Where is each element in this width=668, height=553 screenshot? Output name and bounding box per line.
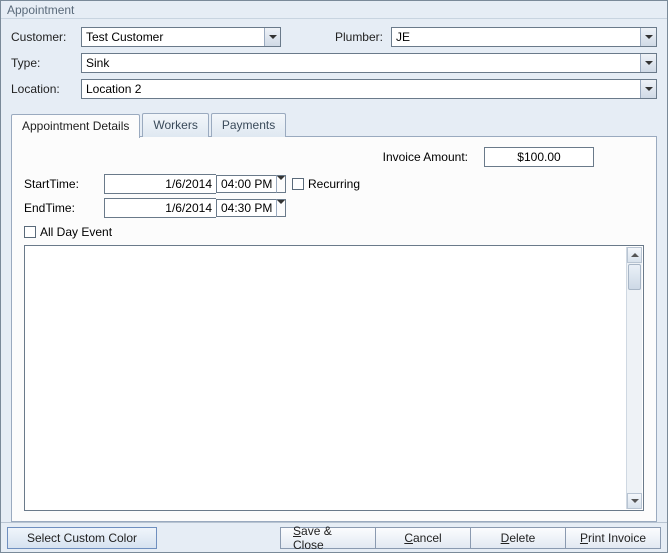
recurring-label: Recurring: [308, 177, 360, 191]
tab-strip: Appointment Details Workers Payments: [11, 113, 657, 137]
end-time-label: EndTime:: [24, 201, 104, 215]
all-day-label: All Day Event: [40, 225, 112, 239]
location-label: Location:: [11, 82, 81, 96]
end-date-field[interactable]: [104, 198, 216, 218]
invoice-amount-label: Invoice Amount:: [383, 150, 468, 164]
scroll-down-button[interactable]: [627, 493, 642, 509]
customer-dropdown-button[interactable]: [264, 28, 280, 46]
start-time-label: StartTime:: [24, 177, 104, 191]
plumber-input[interactable]: [392, 28, 640, 46]
save-close-button[interactable]: Save & Close: [280, 527, 376, 549]
end-time-dropdown-button[interactable]: [276, 199, 286, 217]
chevron-down-icon: [277, 200, 285, 204]
tab-payments[interactable]: Payments: [211, 113, 286, 137]
chevron-down-icon: [269, 35, 277, 39]
chevron-down-icon: [645, 35, 653, 39]
tab-appointment-details[interactable]: Appointment Details: [11, 114, 140, 138]
chevron-down-icon: [277, 176, 285, 180]
scroll-up-button[interactable]: [627, 247, 642, 263]
type-dropdown-button[interactable]: [640, 54, 656, 72]
start-date-field[interactable]: [104, 174, 216, 194]
end-time-field[interactable]: [216, 199, 276, 217]
start-time-dropdown-button[interactable]: [276, 175, 286, 193]
print-invoice-button[interactable]: Print Invoice: [565, 527, 661, 549]
notes-textarea[interactable]: [24, 245, 644, 511]
footer-bar: Select Custom Color Save & Close Cancel …: [1, 522, 667, 552]
window-title: Appointment: [1, 1, 667, 19]
invoice-amount-field[interactable]: $100.00: [484, 147, 594, 167]
chevron-down-icon: [631, 499, 639, 503]
plumber-combo[interactable]: [391, 27, 657, 47]
plumber-label: Plumber:: [311, 30, 391, 44]
end-time-combo[interactable]: [216, 199, 286, 217]
header-area: Customer: Plumber: Type: Location:: [1, 19, 667, 107]
plumber-dropdown-button[interactable]: [640, 28, 656, 46]
appointment-window: Appointment Customer: Plumber: Type: Loc…: [0, 0, 668, 553]
select-custom-color-button[interactable]: Select Custom Color: [7, 527, 157, 549]
type-combo[interactable]: [81, 53, 657, 73]
scroll-thumb[interactable]: [628, 264, 641, 290]
type-input[interactable]: [82, 54, 640, 72]
recurring-checkbox[interactable]: [292, 178, 304, 190]
type-label: Type:: [11, 56, 81, 70]
chevron-down-icon: [645, 87, 653, 91]
location-dropdown-button[interactable]: [640, 80, 656, 98]
customer-combo[interactable]: [81, 27, 281, 47]
notes-scrollbar[interactable]: [626, 247, 642, 509]
location-combo[interactable]: [81, 79, 657, 99]
start-time-field[interactable]: [216, 175, 276, 193]
chevron-up-icon: [631, 253, 639, 257]
cancel-button[interactable]: Cancel: [375, 527, 471, 549]
customer-label: Customer:: [11, 30, 81, 44]
start-time-combo[interactable]: [216, 175, 286, 193]
delete-button[interactable]: Delete: [470, 527, 566, 549]
location-input[interactable]: [82, 80, 640, 98]
customer-input[interactable]: [82, 28, 264, 46]
all-day-checkbox[interactable]: [24, 226, 36, 238]
chevron-down-icon: [645, 61, 653, 65]
tabs-container: Appointment Details Workers Payments Inv…: [11, 113, 657, 522]
tab-panel-details: Invoice Amount: $100.00 StartTime: Recur…: [11, 136, 657, 522]
tab-workers[interactable]: Workers: [142, 113, 208, 137]
footer-button-group: Save & Close Cancel Delete Print Invoice: [281, 527, 661, 549]
